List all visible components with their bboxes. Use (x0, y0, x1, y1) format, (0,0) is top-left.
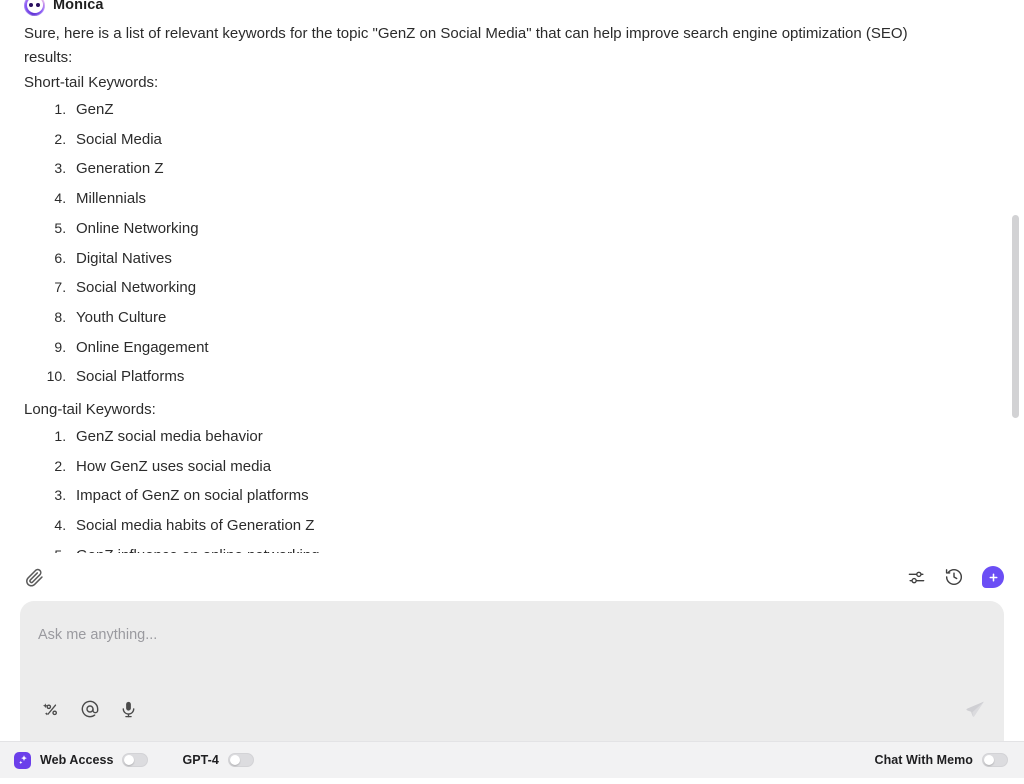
list-item: Online Engagement (70, 333, 964, 363)
chat-with-memo-toggle[interactable] (982, 753, 1008, 767)
at-mention-icon[interactable] (80, 699, 100, 719)
avatar-eye-right (36, 3, 40, 7)
list-item: Generation Z (70, 154, 964, 184)
send-plane-icon[interactable] (965, 699, 986, 720)
list-item: Millennials (70, 184, 964, 214)
status-bar-right: Chat With Memo (874, 753, 1008, 767)
message-body: Sure, here is a list of relevant keyword… (0, 22, 1024, 553)
short-tail-heading: Short-tail Keywords: (24, 74, 159, 91)
short-tail-keyword-list: GenZ Social Media Generation Z Millennia… (24, 95, 964, 392)
conversation-scrollbar[interactable] (1012, 0, 1019, 553)
list-item: Social Platforms (70, 362, 964, 392)
avatar-eye-left (29, 3, 33, 7)
gpt4-toggle-knob (229, 755, 240, 765)
paperclip-icon[interactable] (24, 567, 45, 588)
avatar-eyes (24, 0, 45, 16)
long-tail-heading: Long-tail Keywords: (24, 401, 156, 419)
list-item: Social Media (70, 125, 964, 155)
scrollbar-thumb[interactable] (1012, 215, 1019, 418)
list-item: Impact of GenZ on social platforms (70, 481, 964, 511)
plus-icon[interactable] (982, 566, 1004, 588)
message-input-placeholder[interactable]: Ask me anything... (38, 625, 982, 645)
composer-tools-left (42, 699, 138, 719)
list-item: How GenZ uses social media (70, 452, 964, 482)
conversation-scroll-area[interactable]: Monica Sure, here is a list of relevant … (0, 0, 1024, 553)
sparkle-wand-icon[interactable] (42, 700, 61, 719)
gpt4-toggle[interactable] (227, 753, 254, 767)
list-item: Social media habits of Generation Z (70, 511, 964, 541)
composer-toolbar (20, 683, 1004, 741)
web-access-toggle-knob (124, 755, 135, 765)
web-access-label: Web Access (40, 753, 114, 767)
microphone-icon[interactable] (119, 700, 138, 719)
message-header: Monica (0, 0, 1024, 16)
monica-face-icon (24, 0, 45, 16)
sliders-icon[interactable] (907, 568, 926, 587)
web-access-sparkle-icon (14, 751, 31, 769)
chat-with-memo-toggle-knob (984, 755, 994, 765)
action-toolbar-right (907, 566, 1004, 588)
list-item: Social Networking (70, 273, 964, 303)
list-item: Digital Natives (70, 244, 964, 274)
long-tail-keyword-list: GenZ social media behavior How GenZ uses… (24, 422, 964, 553)
message-sender-name: Monica (53, 0, 104, 13)
message-intro-paragraph: Sure, here is a list of relevant keyword… (24, 25, 908, 66)
status-bar-left: Web Access GPT-4 (14, 751, 254, 769)
list-item: GenZ influence on online networking (70, 541, 964, 553)
composer-input-area[interactable]: Ask me anything... (20, 601, 1004, 683)
action-toolbar-left (24, 567, 45, 588)
composer-tools-right (965, 699, 986, 720)
chat-with-memo-label: Chat With Memo (874, 753, 973, 767)
message-composer[interactable]: Ask me anything... (20, 601, 1004, 741)
list-item: Online Networking (70, 214, 964, 244)
history-clock-icon[interactable] (944, 567, 964, 587)
gpt4-label: GPT-4 (182, 753, 219, 767)
list-item: GenZ social media behavior (70, 422, 964, 452)
action-toolbar (0, 553, 1024, 601)
status-bar: Web Access GPT-4 Chat With Memo (0, 741, 1024, 778)
list-item: GenZ (70, 95, 964, 125)
monica-chat-window: Monica Sure, here is a list of relevant … (0, 0, 1024, 784)
web-access-toggle[interactable] (122, 753, 149, 767)
list-item: Youth Culture (70, 303, 964, 333)
